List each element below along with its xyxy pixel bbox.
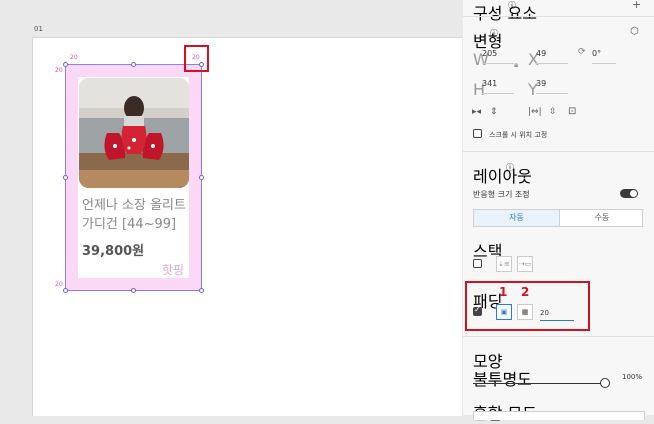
height-input-underline [482, 93, 514, 94]
responsive-resize-toggle[interactable] [620, 189, 638, 198]
product-photo-illustration [79, 78, 189, 188]
annotation-highlight-padding-value [184, 45, 209, 72]
resize-handle-bottom-right[interactable] [199, 288, 204, 293]
padding-indicator-left: 20 [55, 67, 63, 74]
flip-vertical-icon[interactable]: ⇕ [490, 107, 498, 117]
annotation-number-1: 1 [499, 285, 508, 299]
blend-mode-dropdown[interactable] [473, 411, 645, 420]
x-input-underline [536, 63, 568, 64]
artboard-label[interactable]: 01 [34, 25, 43, 33]
resize-mode-segmented-control: 자동 수동 [473, 209, 643, 227]
y-input[interactable]: 39 [536, 79, 546, 88]
resize-handle-bottom-left[interactable] [63, 288, 68, 293]
padding-individual-icon[interactable]: ▦ [517, 304, 533, 320]
3d-transform-icon[interactable]: ⬡ [630, 26, 639, 37]
opacity-slider-track[interactable] [473, 383, 605, 384]
resize-mode-manual-button[interactable]: 수동 [559, 210, 644, 226]
padding-value-input[interactable]: 20 [540, 306, 574, 321]
x-input[interactable]: 49 [536, 49, 546, 58]
opacity-slider-knob[interactable] [600, 378, 610, 388]
component-info-icon[interactable]: ⓘ [508, 0, 516, 11]
product-price[interactable]: 39,800원 [82, 240, 144, 259]
stack-horizontal-icon[interactable]: ⇢▭ [517, 256, 533, 272]
stack-checkbox[interactable] [473, 259, 482, 268]
resize-handle-left[interactable] [63, 175, 68, 180]
rotation-icon: ⟳ [578, 47, 586, 57]
align-center-icon[interactable]: ⊡ [568, 106, 576, 117]
distribute-vertical-icon[interactable]: ⇳ [549, 107, 557, 117]
resize-handle-right[interactable] [199, 175, 204, 180]
padding-uniform-icon[interactable]: ▣ [496, 304, 512, 320]
product-name[interactable]: 언제나 소장 올리트 가디건 [44~99] [82, 196, 192, 234]
resize-handle-top[interactable] [131, 62, 136, 67]
flip-horizontal-icon[interactable]: ▸◂ [472, 107, 481, 117]
distribute-horizontal-icon[interactable]: |⇔| [528, 107, 542, 117]
section-divider [463, 16, 654, 17]
annotation-number-2: 2 [521, 285, 530, 299]
padding-indicator-top-left: 20 [70, 54, 78, 61]
rotation-input-underline [592, 63, 616, 64]
product-image[interactable] [79, 78, 189, 188]
section-divider [463, 336, 654, 337]
checkmark-icon: ✓ [474, 305, 481, 314]
responsive-resize-label: 반응형 크기 조정 [473, 190, 530, 199]
fix-on-scroll-label: 스크롤 시 위치 고정 [489, 131, 548, 139]
add-component-icon[interactable]: + [632, 0, 641, 11]
section-divider [463, 151, 654, 152]
resize-handle-bottom[interactable] [131, 288, 136, 293]
resize-handle-top-left[interactable] [63, 62, 68, 67]
height-input[interactable]: 341 [482, 79, 497, 88]
component-section-title: 구성 요소 [473, 4, 537, 23]
product-tag[interactable]: 핫핑 [162, 261, 184, 278]
layout-section-title: 레이아웃 [473, 167, 532, 186]
width-input[interactable]: 205 [482, 49, 497, 58]
y-input-underline [536, 93, 568, 94]
fix-on-scroll-checkbox[interactable] [473, 129, 482, 138]
lock-aspect-icon[interactable]: 🔒︎ [514, 60, 518, 70]
transform-info-icon[interactable]: ⓘ [490, 28, 498, 39]
padding-indicator-bottom-left: 20 [55, 281, 63, 288]
design-canvas[interactable]: 01 언제나 소장 올리트 가디건 [44~99] 39,800원 핫핑 20 … [0, 0, 462, 416]
width-input-underline [482, 63, 514, 64]
resize-mode-auto-button[interactable]: 자동 [474, 210, 559, 226]
rotation-input[interactable]: 0° [592, 49, 601, 58]
opacity-value[interactable]: 100% [622, 373, 642, 381]
opacity-label: 불투명도 [473, 370, 532, 389]
layout-info-icon[interactable]: ⓘ [506, 162, 514, 173]
stack-vertical-icon[interactable]: ⇣≡ [496, 256, 512, 272]
